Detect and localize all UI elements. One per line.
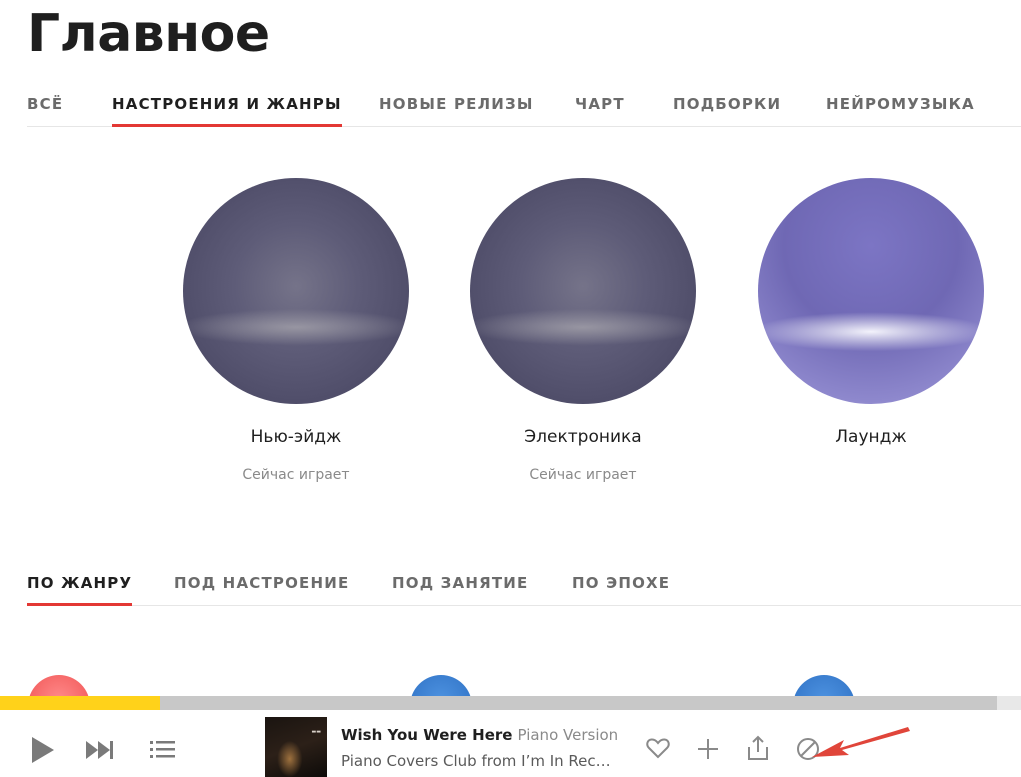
progress-bar-end [997, 696, 1021, 710]
album-cover[interactable]: ▬▬ [265, 717, 327, 777]
track-artist[interactable]: Piano Covers Club from I’m In Recor… [341, 752, 619, 770]
tab-chart[interactable]: ЧАРТ [575, 80, 625, 124]
playback-progress-fill [0, 696, 160, 710]
track-version: Piano Version [517, 726, 619, 744]
genre-subtabs: ПО ЖАНРУ ПОД НАСТРОЕНИЕ ПОД ЗАНЯТИЕ ПО Э… [27, 559, 1021, 606]
tab-moods-genres[interactable]: НАСТРОЕНИЯ И ЖАНРЫ [112, 80, 342, 127]
station-name[interactable]: Лаундж [758, 427, 984, 447]
tab-new-releases[interactable]: НОВЫЕ РЕЛИЗЫ [379, 80, 534, 124]
station-name[interactable]: Нью-эйдж [183, 427, 409, 447]
tab-by-mood[interactable]: ПОД НАСТРОЕНИЕ [174, 559, 349, 603]
station-electronic-cover[interactable] [470, 178, 696, 404]
tab-by-activity[interactable]: ПОД ЗАНЯТИЕ [392, 559, 529, 603]
cover-mark: ▬▬ [311, 729, 321, 735]
like-icon[interactable] [646, 737, 670, 764]
track-title[interactable]: Wish You Were Here Piano Version [341, 726, 618, 744]
share-icon[interactable] [747, 735, 769, 766]
main-tabs: ВСЁ НАСТРОЕНИЯ И ЖАНРЫ НОВЫЕ РЕЛИЗЫ ЧАРТ… [27, 80, 1021, 127]
queue-icon[interactable] [150, 739, 176, 764]
track-title-text[interactable]: Wish You Were Here [341, 726, 512, 744]
tab-collections[interactable]: ПОДБОРКИ [673, 80, 781, 124]
tab-all[interactable]: ВСЁ [27, 80, 63, 124]
station-status: Сейчас играет [242, 467, 350, 483]
tab-neuromusic[interactable]: НЕЙРОМУЗЫКА [826, 80, 975, 124]
playback-progress-bar[interactable] [0, 696, 997, 710]
station-lounge-cover[interactable] [758, 178, 984, 404]
station-status: Сейчас играет [529, 467, 637, 483]
add-icon[interactable] [697, 738, 719, 765]
station-newage-cover[interactable] [183, 178, 409, 404]
next-icon[interactable] [85, 740, 115, 765]
annotation-arrow-icon [812, 727, 910, 757]
page-title: Главное [27, 4, 270, 64]
tab-by-era[interactable]: ПО ЭПОХЕ [572, 559, 670, 603]
station-name[interactable]: Электроника [470, 427, 696, 447]
tab-by-genre[interactable]: ПО ЖАНРУ [27, 559, 133, 606]
play-icon[interactable] [30, 736, 56, 769]
